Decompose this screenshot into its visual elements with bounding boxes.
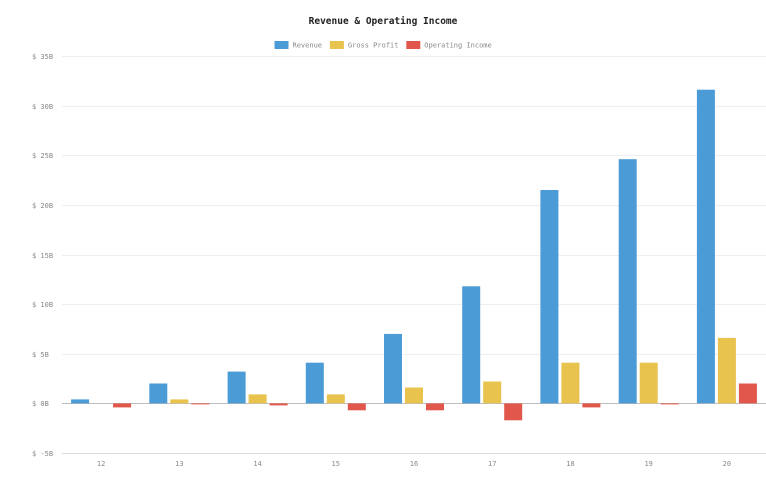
bar-revenue[interactable] — [384, 333, 402, 404]
bar-revenue[interactable] — [71, 399, 90, 404]
legend-swatch[interactable] — [406, 41, 421, 49]
y-tick-label: $ 0B — [32, 400, 49, 408]
x-tick-label: 13 — [175, 460, 183, 468]
bar-gross-profit[interactable] — [248, 394, 267, 404]
bar-revenue[interactable] — [696, 89, 715, 404]
y-tick-label: $ 5B — [32, 351, 49, 359]
bar-operating-income[interactable] — [426, 403, 444, 411]
bar-gross-profit[interactable] — [717, 337, 736, 404]
chart-legend: Revenue Gross Profit Operating Income — [274, 41, 492, 50]
bar-revenue[interactable] — [149, 383, 168, 404]
y-tick-label: $ 15B — [32, 252, 53, 260]
x-tick-label: 17 — [488, 460, 496, 468]
bar-operating-income[interactable] — [347, 403, 366, 411]
bar-gross-profit[interactable] — [405, 387, 423, 404]
bar-operating-income[interactable] — [113, 403, 132, 408]
y-tick-label: $ 30B — [32, 103, 53, 111]
bar-gross-profit[interactable] — [483, 381, 502, 404]
bar-gross-profit[interactable] — [326, 394, 345, 404]
x-tick-label: 20 — [723, 460, 731, 468]
y-tick-label: $ 35B — [32, 53, 53, 61]
bar-gross-profit[interactable] — [170, 399, 189, 404]
chart-container: Revenue & Operating Income Revenue Gross … — [0, 0, 766, 481]
y-tick-label: $ 10B — [32, 301, 53, 309]
x-tick-label: 16 — [410, 460, 418, 468]
chart-title: Revenue & Operating Income — [309, 16, 458, 27]
bar-gross-profit[interactable] — [639, 362, 658, 404]
legend-label[interactable]: Revenue — [293, 42, 323, 50]
chart-svg: Revenue & Operating Income Revenue Gross … — [32, 16, 766, 468]
legend-swatch[interactable] — [329, 41, 344, 49]
bar-operating-income[interactable] — [738, 383, 757, 404]
y-tick-label: $ 20B — [32, 202, 53, 210]
legend-label[interactable]: Gross Profit — [348, 42, 399, 50]
bar-revenue[interactable] — [618, 159, 637, 404]
bar-operating-income[interactable] — [504, 403, 523, 421]
x-tick-label: 19 — [644, 460, 652, 468]
x-tick-label: 15 — [332, 460, 340, 468]
bar-operating-income[interactable] — [660, 403, 679, 405]
y-tick-label: $ -5B — [32, 450, 53, 458]
bar-revenue[interactable] — [462, 286, 481, 404]
x-axis-ticks: 12 13 14 15 16 17 18 19 20 — [62, 453, 766, 468]
legend-label[interactable]: Operating Income — [424, 42, 491, 50]
x-tick-label: 14 — [253, 460, 261, 468]
x-tick-label: 18 — [566, 460, 574, 468]
bar-revenue[interactable] — [540, 190, 559, 404]
bar-revenue[interactable] — [227, 371, 246, 404]
bar-revenue[interactable] — [305, 362, 324, 404]
chart-bars — [71, 89, 757, 421]
bar-operating-income[interactable] — [191, 403, 210, 405]
y-tick-label: $ 25B — [32, 152, 53, 160]
bar-gross-profit[interactable] — [561, 362, 580, 404]
y-axis-ticks: $ -5B $ 0B $ 5B $ 10B $ 15B $ 20B $ 25B $ 30B $ … — [32, 53, 53, 458]
x-tick-label: 12 — [97, 460, 105, 468]
legend-swatch[interactable] — [274, 41, 289, 49]
bar-operating-income[interactable] — [269, 403, 288, 406]
bar-operating-income[interactable] — [582, 403, 601, 408]
